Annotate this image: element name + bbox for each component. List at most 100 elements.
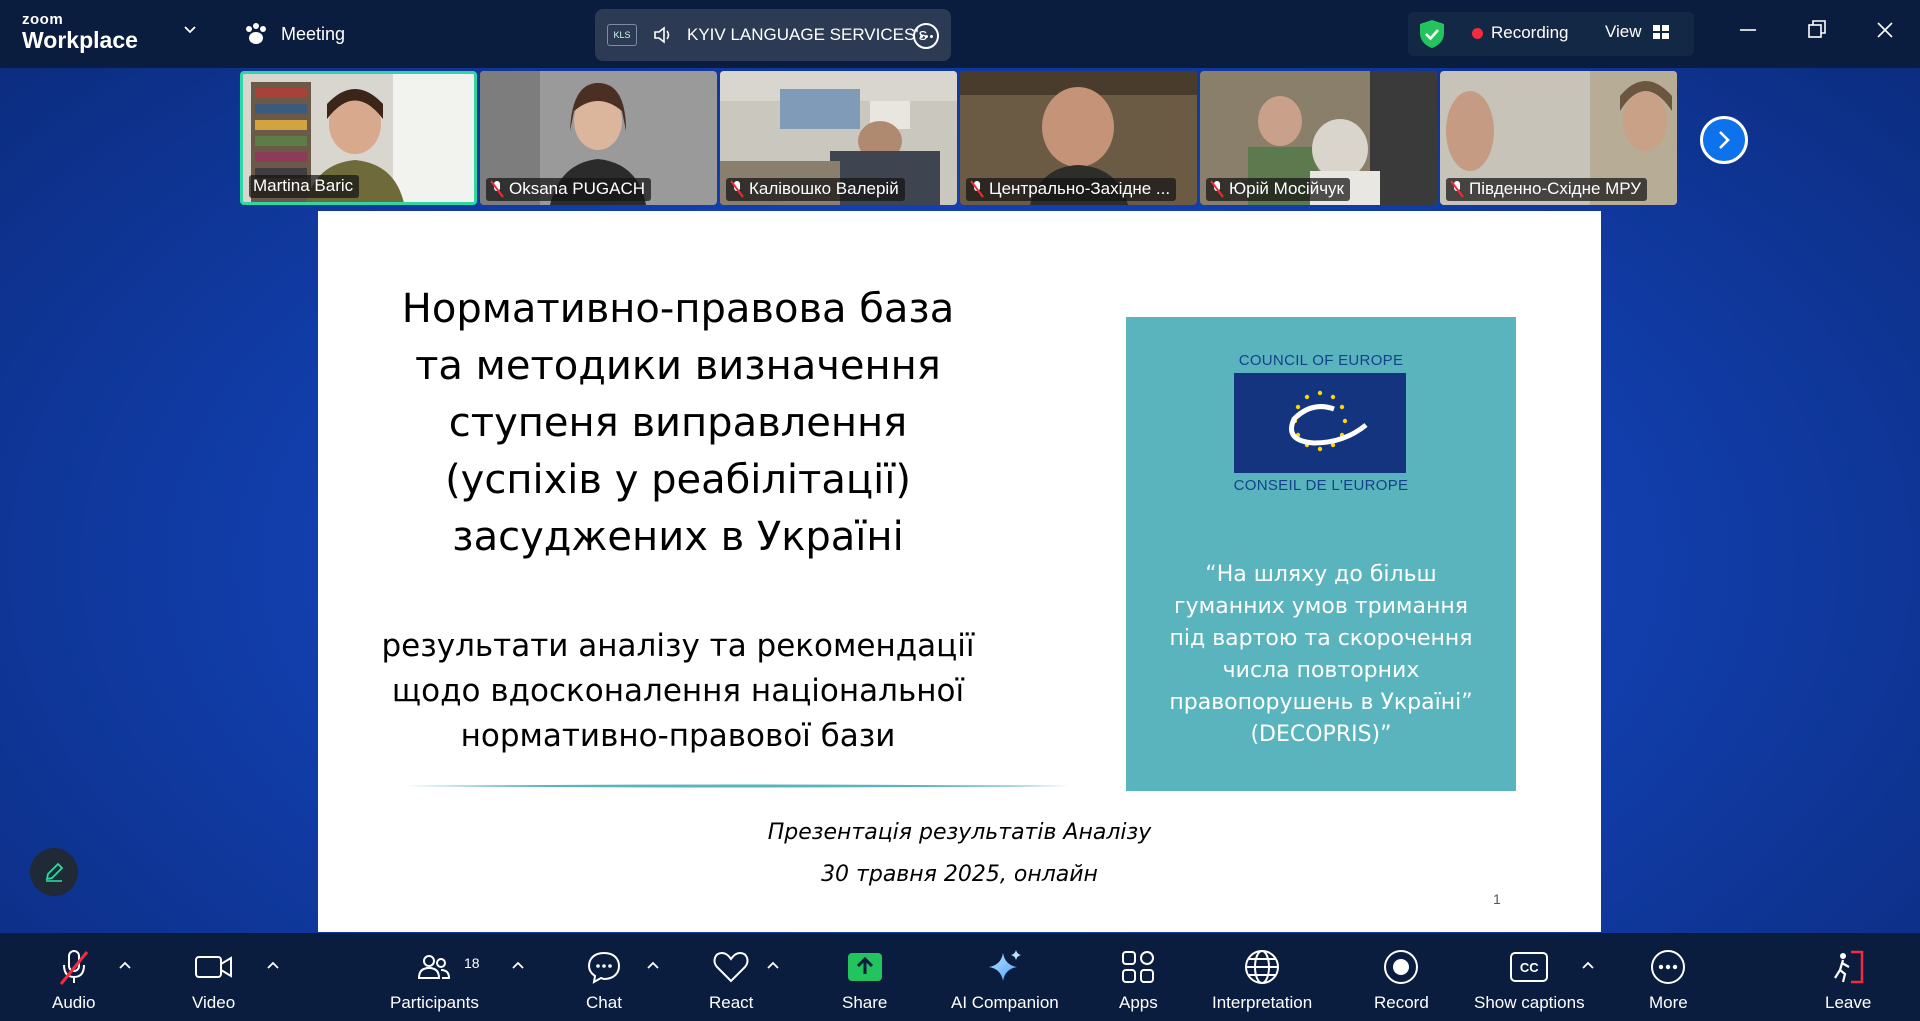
speaker-icon (654, 26, 670, 44)
close-icon[interactable] (1875, 18, 1895, 42)
captions-options-icon[interactable] (1582, 961, 1594, 969)
participant-tile[interactable]: Martina Baric (240, 71, 477, 205)
participant-name: Oksana PUGACH (486, 178, 652, 201)
react-options-icon[interactable] (767, 961, 779, 969)
interpretation-label: Interpretation (1212, 993, 1313, 1012)
leave-icon (1834, 950, 1864, 984)
ai-companion-button[interactable]: AI Companion (951, 947, 1059, 1013)
share-label: Share (842, 993, 888, 1012)
leave-button[interactable]: Leave (1825, 947, 1871, 1013)
share-options-icon[interactable] (913, 23, 939, 49)
participant-name-text: Martina Baric (253, 176, 354, 195)
more-button[interactable]: More (1649, 947, 1688, 1013)
recording-dot-icon (1472, 27, 1483, 39)
record-icon (1384, 950, 1419, 984)
globe-icon (1245, 950, 1280, 984)
participant-name-text: Південно-Східне МРУ (1469, 179, 1642, 198)
more-icon (1651, 950, 1686, 984)
participant-name: Центрально-Західне ... (966, 178, 1177, 201)
meeting-menu[interactable]: Meeting (243, 22, 345, 46)
chevron-down-icon[interactable] (184, 24, 196, 36)
presentation-caption: Презентація результатів Аналізу 30 травн… (318, 812, 1601, 896)
react-label: React (709, 993, 754, 1012)
participant-name-text: Калівошко Валерій (749, 179, 899, 198)
chat-options-icon[interactable] (647, 961, 659, 969)
view-label: View (1605, 22, 1642, 41)
view-button[interactable]: View (1605, 22, 1670, 42)
participant-tile[interactable]: Південно-Східне МРУ (1440, 71, 1677, 205)
participants-options-icon[interactable] (512, 961, 524, 969)
recording-label: Recording (1491, 23, 1569, 42)
restore-icon[interactable] (1807, 18, 1827, 42)
record-button[interactable]: Record (1374, 947, 1429, 1013)
show-captions-button[interactable]: CC Show captions (1474, 947, 1585, 1013)
video-options-icon[interactable] (267, 961, 279, 969)
microphone-muted-icon (59, 950, 88, 985)
video-button[interactable]: Video (192, 947, 235, 1013)
recording-indicator[interactable]: Recording (1472, 23, 1569, 43)
app-logo: zoom Workplace (22, 12, 138, 52)
slide-subtitle: результати аналізу та рекомендації щодо … (381, 628, 975, 754)
chat-button[interactable]: Chat (586, 947, 622, 1013)
participant-tile[interactable]: Центрально-Західне ... (960, 71, 1197, 205)
video-label: Video (192, 993, 236, 1012)
participant-name: Юрій Мосійчук (1206, 178, 1350, 201)
audio-options-icon[interactable] (119, 961, 131, 969)
participant-name-text: Oksana PUGACH (509, 179, 646, 198)
meeting-toolbar: Audio Video Participants 18 Chat React S… (0, 933, 1920, 1021)
captions-icon: CC (1510, 952, 1549, 982)
shield-check-icon[interactable] (1418, 18, 1446, 50)
participant-tile[interactable]: Юрій Мосійчук (1200, 71, 1437, 205)
microphone-muted-icon (730, 180, 744, 198)
next-participants-button[interactable] (1700, 116, 1748, 164)
screen-share-indicator[interactable]: KLS KYIV LANGUAGE SERVICES's (595, 9, 951, 61)
participant-name: Калівошко Валерій (726, 178, 905, 201)
interpretation-button[interactable]: Interpretation (1212, 947, 1312, 1013)
pencil-icon (45, 862, 64, 882)
participant-name: Південно-Східне МРУ (1446, 178, 1648, 201)
coe-logo-bottom: CONSEIL DE L'EUROPE (1233, 477, 1409, 494)
microphone-muted-icon (970, 180, 984, 198)
microphone-muted-icon (490, 180, 504, 198)
microphone-muted-icon (1450, 180, 1464, 198)
video-camera-icon (194, 956, 232, 978)
participant-name-text: Юрій Мосійчук (1229, 179, 1344, 198)
apps-label: Apps (1119, 993, 1158, 1012)
grid-icon (1652, 25, 1669, 39)
chat-label: Chat (586, 993, 622, 1012)
presentation-line-2: 30 травня 2025, онлайн (821, 862, 1098, 887)
audio-button[interactable]: Audio (52, 947, 95, 1013)
react-button[interactable]: React (709, 947, 753, 1013)
sharer-badge: KLS (607, 24, 637, 46)
participants-count: 18 (464, 955, 480, 971)
participant-tile[interactable]: Калівошко Валерій (720, 71, 957, 205)
apps-icon (1122, 951, 1155, 983)
project-quote: “На шляху до більш гуманних умов триманн… (1169, 562, 1473, 747)
participant-tile[interactable]: Oksana PUGACH (480, 71, 717, 205)
slide-page-number: 1 (1493, 891, 1501, 907)
show-captions-label: Show captions (1474, 993, 1585, 1012)
coe-panel: COUNCIL OF EUROPE CONSEIL DE L'EUROPE “Н… (1126, 317, 1516, 791)
more-label: More (1649, 993, 1688, 1012)
leave-label: Leave (1825, 993, 1872, 1012)
presentation-line-1: Презентація результатів Аналізу (767, 820, 1152, 845)
microphone-muted-icon (1210, 180, 1224, 198)
participant-name-text: Центрально-Західне ... (989, 179, 1171, 198)
meeting-label: Meeting (281, 23, 346, 44)
share-button[interactable]: Share (842, 947, 887, 1013)
chevron-right-icon (1719, 131, 1730, 149)
slide-divider (404, 784, 1070, 788)
record-label: Record (1374, 993, 1429, 1012)
coe-logo-icon (1234, 373, 1406, 473)
sharer-title: KYIV LANGUAGE SERVICES's (687, 25, 928, 44)
participant-name: Martina Baric (249, 175, 360, 198)
share-screen-icon (847, 953, 882, 981)
coe-logo-top: COUNCIL OF EUROPE (1238, 352, 1404, 369)
logo-workplace: Workplace (22, 27, 138, 53)
chat-icon (587, 951, 621, 984)
people-icon (418, 955, 451, 979)
annotate-button[interactable] (30, 848, 78, 896)
minimize-icon[interactable] (1738, 18, 1758, 42)
participants-label: Participants (390, 993, 479, 1012)
apps-button[interactable]: Apps (1119, 947, 1158, 1013)
